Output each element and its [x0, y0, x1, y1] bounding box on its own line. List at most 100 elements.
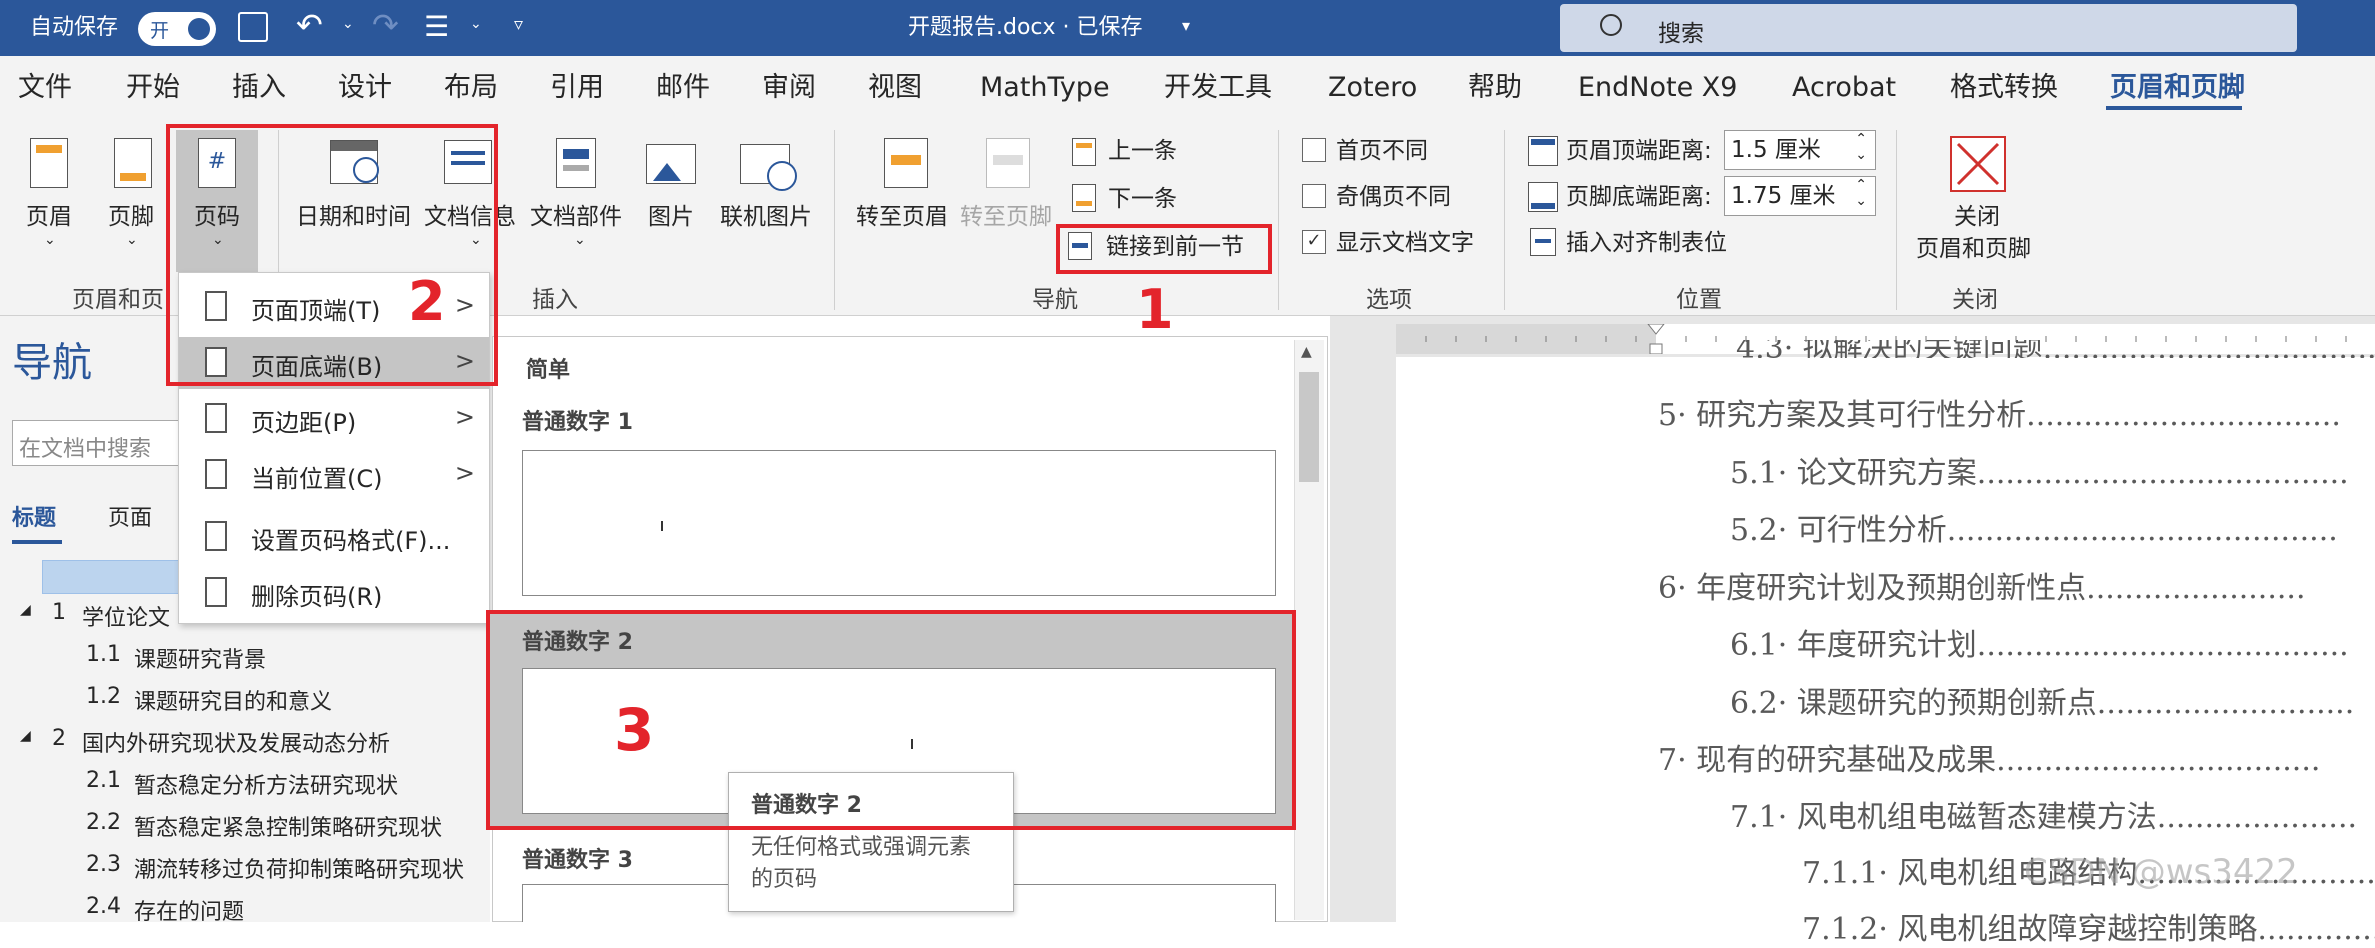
tab-references[interactable]: 引用: [550, 70, 604, 106]
footer-bottom-distance-input[interactable]: 1.75 厘米 ⌃ ⌄: [1724, 176, 1876, 216]
different-first-page-checkbox[interactable]: [1302, 138, 1326, 162]
tab-file[interactable]: 文件: [18, 70, 72, 106]
tab-home[interactable]: 开始: [126, 70, 180, 106]
doc-parts-button[interactable]: 文档部件: [530, 202, 622, 232]
search-box[interactable]: 搜索: [1560, 4, 2297, 52]
tab-view[interactable]: 视图: [868, 70, 922, 106]
tab-mailings[interactable]: 邮件: [656, 70, 710, 106]
toc-entry[interactable]: 5· 研究方案及其可行性分析..........................…: [1658, 390, 2341, 434]
nav-pane-title: 导航: [12, 340, 92, 386]
tab-review[interactable]: 审阅: [762, 70, 816, 106]
autosave-toggle[interactable]: 开: [138, 12, 216, 46]
menu-item-page-margins[interactable]: 页边距(P) >: [179, 393, 489, 445]
header-top-distance-input[interactable]: 1.5 厘米 ⌃ ⌄: [1724, 130, 1876, 170]
tree-expander-icon[interactable]: ◢: [20, 728, 31, 744]
tree-item-label[interactable]: 暂态稳定紧急控制策略研究现状: [134, 810, 442, 842]
show-document-text-checkbox[interactable]: ✓: [1302, 230, 1326, 254]
goto-header-button[interactable]: 转至页眉: [856, 202, 948, 232]
nav-selected-heading[interactable]: [42, 560, 182, 594]
picture-icon: [646, 144, 696, 184]
tab-format-convert[interactable]: 格式转换: [1950, 70, 2058, 106]
tab-help[interactable]: 帮助: [1468, 70, 1522, 106]
group-header-footer: 页眉和页: [72, 287, 164, 313]
gallery-scrollbar[interactable]: ▲: [1294, 340, 1324, 920]
different-odd-even-label: 奇偶页不同: [1336, 184, 1451, 210]
list-icon[interactable]: ☰: [424, 10, 449, 43]
tab-design[interactable]: 设计: [338, 70, 392, 106]
tree-expander-icon[interactable]: ◢: [20, 602, 31, 618]
tree-item-label[interactable]: 学位论文: [82, 600, 170, 632]
nav-tab-headings[interactable]: 标题: [12, 500, 56, 532]
spin-up-icon[interactable]: ⌃: [1855, 131, 1867, 147]
next-button[interactable]: 下一条: [1108, 184, 1177, 214]
save-icon[interactable]: [238, 12, 268, 42]
footer-icon: [114, 138, 152, 188]
toc-entry[interactable]: 6.1· 年度研究计划.............................…: [1730, 620, 2349, 664]
close-label-line1[interactable]: 关闭: [1954, 202, 2000, 232]
tab-acrobat[interactable]: Acrobat: [1792, 70, 1896, 106]
tree-item-label[interactable]: 暂态稳定分析方法研究现状: [134, 768, 398, 800]
previous-button[interactable]: 上一条: [1108, 136, 1177, 166]
different-odd-even-checkbox[interactable]: [1302, 184, 1326, 208]
tab-mathtype[interactable]: MathType: [980, 70, 1110, 106]
close-label-line2[interactable]: 页眉和页脚: [1916, 234, 2031, 264]
search-icon: [1600, 14, 1622, 36]
online-picture-button[interactable]: 联机图片: [720, 202, 812, 232]
title-dropdown-icon[interactable]: ▾: [1182, 16, 1190, 35]
scrollbar-thumb[interactable]: [1299, 372, 1319, 482]
footer-dropdown-icon[interactable]: ⌄: [126, 232, 138, 248]
insert-align-tab-button[interactable]: 插入对齐制表位: [1566, 228, 1727, 258]
spin-down-icon[interactable]: ⌄: [1855, 147, 1867, 163]
tab-layout[interactable]: 布局: [444, 70, 498, 106]
tree-item-label[interactable]: 课题研究目的和意义: [134, 684, 332, 716]
active-tab-underline: [2106, 106, 2242, 110]
doc-parts-dropdown-icon[interactable]: ⌄: [574, 232, 586, 248]
menu-item-remove-page-numbers[interactable]: 删除页码(R): [179, 567, 489, 619]
different-first-page-label: 首页不同: [1336, 138, 1428, 164]
toc-entry[interactable]: 7.1· 风电机组电磁暂态建模方法.....................: [1730, 792, 2357, 836]
header-button[interactable]: 页眉: [26, 202, 72, 232]
nav-search-placeholder: 在文档中搜索: [19, 437, 152, 462]
spin-up-icon[interactable]: ⌃: [1855, 177, 1867, 193]
next-icon: [1072, 184, 1096, 212]
tree-item-label[interactable]: 存在的问题: [134, 894, 244, 926]
tab-insert[interactable]: 插入: [232, 70, 286, 106]
toc-entry[interactable]: 5.1· 论文研究方案.............................…: [1730, 448, 2349, 492]
tab-zotero[interactable]: Zotero: [1328, 70, 1417, 106]
toc-entry[interactable]: 7.1.2· 风电机组故障穿越控制策略...............: [1802, 904, 2375, 948]
menu-item-format-page-numbers[interactable]: 设置页码格式(F)...: [179, 511, 489, 563]
header-icon: [30, 138, 68, 188]
nav-search-input[interactable]: 在文档中搜索: [12, 420, 182, 466]
tree-item-label[interactable]: 课题研究背景: [134, 642, 266, 674]
autosave-label: 自动保存: [30, 15, 119, 40]
header-dropdown-icon[interactable]: ⌄: [44, 232, 56, 248]
gallery-item-plain-number-1[interactable]: [522, 450, 1276, 596]
menu-item-current-position[interactable]: 当前位置(C) >: [179, 449, 489, 501]
toc-entry[interactable]: 7· 现有的研究基础及成果...........................…: [1658, 735, 2320, 779]
annotation-box-3: [486, 610, 1296, 830]
group-insert: 插入: [532, 287, 578, 313]
tab-header-footer[interactable]: 页眉和页脚: [2110, 70, 2245, 106]
toc-entry[interactable]: 6· 年度研究计划及预期创新性点.......................: [1658, 563, 2306, 607]
list-dropdown-icon[interactable]: ⌄: [470, 16, 482, 32]
toc-entry[interactable]: 5.2· 可行性分析..............................…: [1730, 505, 2338, 549]
document-title[interactable]: 开题报告.docx · 已保存: [908, 0, 1143, 56]
doc-parts-icon: [556, 138, 596, 188]
tree-item-label[interactable]: 潮流转移过负荷抑制策略研究现状: [134, 852, 464, 884]
customize-qat-icon[interactable]: ▿: [514, 14, 523, 35]
tab-developer[interactable]: 开发工具: [1164, 70, 1272, 106]
nav-tab-pages[interactable]: 页面: [108, 500, 152, 532]
undo-icon[interactable]: ↶: [296, 6, 323, 44]
footer-button[interactable]: 页脚: [108, 202, 154, 232]
undo-dropdown-icon[interactable]: ⌄: [342, 16, 354, 32]
tree-item-label[interactable]: 国内外研究现状及发展动态分析: [82, 726, 390, 758]
redo-icon: ↷: [372, 6, 399, 44]
group-options: 选项: [1366, 287, 1412, 313]
picture-button[interactable]: 图片: [648, 202, 694, 232]
spin-down-icon[interactable]: ⌄: [1855, 193, 1867, 209]
tree-item-num: 2: [52, 726, 66, 751]
scroll-up-icon[interactable]: ▲: [1301, 344, 1312, 360]
tooltip-description-line2: 的页码: [751, 867, 818, 892]
tab-endnote[interactable]: EndNote X9: [1578, 70, 1737, 106]
toc-entry[interactable]: 6.2· 课题研究的预期创新点.........................…: [1730, 678, 2354, 722]
